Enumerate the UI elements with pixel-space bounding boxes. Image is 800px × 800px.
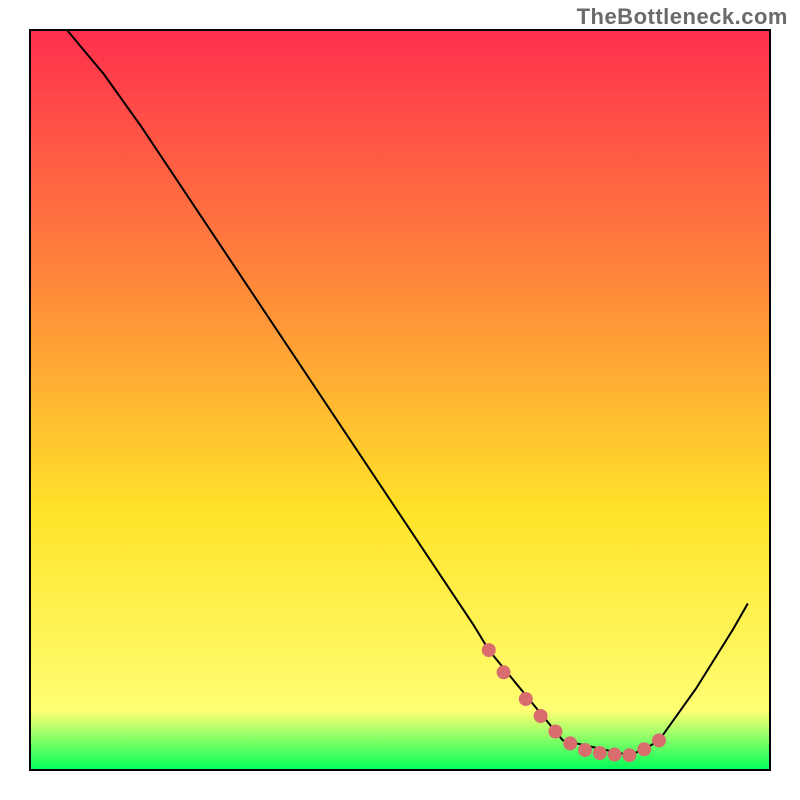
highlight-dot (652, 733, 666, 747)
highlight-dot (608, 748, 622, 762)
chart-container: TheBottleneck.com (0, 0, 800, 800)
highlight-dot (482, 643, 496, 657)
highlight-dot (563, 736, 577, 750)
highlight-dot (578, 743, 592, 757)
highlight-dot (497, 665, 511, 679)
bottleneck-chart (0, 0, 800, 800)
plot-background (30, 30, 770, 770)
highlight-dot (534, 709, 548, 723)
highlight-dot (637, 742, 651, 756)
highlight-dot (548, 725, 562, 739)
highlight-dot (593, 746, 607, 760)
highlight-dot (622, 748, 636, 762)
watermark-label: TheBottleneck.com (577, 4, 788, 30)
highlight-dot (519, 692, 533, 706)
